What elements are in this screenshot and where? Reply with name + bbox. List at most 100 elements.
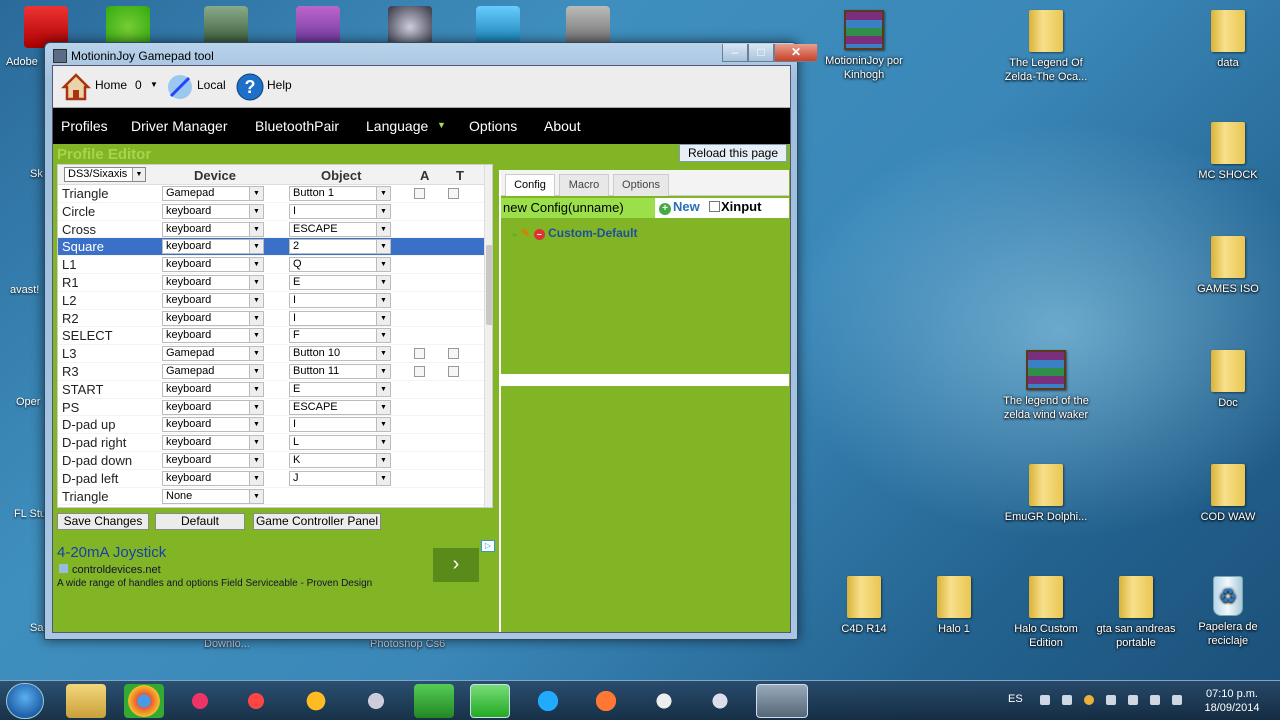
object-select[interactable]: L ▼ xyxy=(289,435,391,451)
chevron-down-icon[interactable]: ▼ xyxy=(376,204,390,218)
device-select[interactable]: keyboard ▼ xyxy=(162,417,264,433)
chevron-down-icon[interactable]: ▼ xyxy=(249,187,263,200)
ad-url[interactable]: controldevices.net xyxy=(59,564,161,576)
motioninjoy-task-icon[interactable] xyxy=(756,684,808,718)
chevron-down-icon[interactable]: ▼ xyxy=(376,471,390,485)
chevron-down-icon[interactable]: ▼ xyxy=(376,347,390,361)
camtasia-active-icon[interactable] xyxy=(470,684,510,718)
table-row[interactable]: R2 keyboard ▼ I ▼ xyxy=(58,310,484,328)
desktop-icon-halo1[interactable]: Halo 1 xyxy=(906,576,1002,636)
menu-options[interactable]: Options xyxy=(469,118,517,134)
desktop-icon-halo-ce[interactable]: Halo Custom Edition xyxy=(998,576,1094,650)
checkbox-a[interactable] xyxy=(414,365,425,377)
chevron-down-icon[interactable]: ▼ xyxy=(249,204,263,218)
checkbox-t[interactable] xyxy=(448,348,459,360)
chevron-down-icon[interactable]: ▼ xyxy=(376,364,390,378)
tab-config[interactable]: Config xyxy=(505,174,555,196)
desktop-icon-zelda-oca[interactable]: The Legend Of Zelda-The Oca... xyxy=(998,10,1094,84)
object-select[interactable]: 2 ▼ xyxy=(289,239,391,255)
pencil-icon[interactable]: ✎ xyxy=(520,226,530,240)
local-icon[interactable] xyxy=(165,72,195,102)
checkbox-t[interactable] xyxy=(448,188,459,199)
table-row[interactable]: L2 keyboard ▼ I ▼ xyxy=(58,292,484,310)
desktop-icon-doc[interactable]: Doc xyxy=(1180,350,1276,410)
chevron-down-icon[interactable]: ▼ xyxy=(249,222,263,236)
language-indicator[interactable]: ES xyxy=(1008,693,1023,705)
action-center-icon[interactable] xyxy=(1172,695,1182,705)
signal-icon[interactable] xyxy=(1150,695,1160,705)
chevron-down-icon[interactable]: ▼ xyxy=(376,436,390,450)
reload-page-button[interactable]: Reload this page xyxy=(679,144,787,162)
device-select[interactable]: keyboard ▼ xyxy=(162,221,264,237)
object-select[interactable]: ESCAPE ▼ xyxy=(289,221,391,237)
device-select[interactable]: Gamepad ▼ xyxy=(162,346,264,362)
device-select[interactable]: keyboard ▼ xyxy=(162,239,264,255)
chevron-down-icon[interactable]: ▼ xyxy=(249,489,263,503)
chevron-down-icon[interactable]: ▼ xyxy=(150,80,158,89)
adchoices-icon[interactable]: ▷ xyxy=(481,540,495,552)
chevron-down-icon[interactable]: ▼ xyxy=(249,418,263,432)
chevron-down-icon[interactable]: ▼ xyxy=(249,364,263,378)
menu-language[interactable]: Language xyxy=(366,118,428,134)
record-icon[interactable] xyxy=(236,684,276,718)
chevron-down-icon[interactable]: ▼ xyxy=(249,400,263,414)
chevron-down-icon[interactable]: ▼ xyxy=(376,222,390,236)
device-select[interactable]: keyboard ▼ xyxy=(162,452,264,468)
skype-icon[interactable] xyxy=(528,684,568,718)
desktop-label-adobe[interactable]: Adobe xyxy=(6,56,38,68)
chevron-down-icon[interactable]: ▼ xyxy=(249,258,263,272)
table-row[interactable]: D-pad down keyboard ▼ K ▼ xyxy=(58,452,484,470)
chevron-down-icon[interactable]: ▼ xyxy=(376,329,390,343)
home-label[interactable]: Home xyxy=(95,78,127,92)
xinput-checkbox[interactable]: Xinput xyxy=(709,199,761,214)
table-row[interactable]: R1 keyboard ▼ E ▼ xyxy=(58,274,484,292)
desktop-icon-motioninjoy[interactable]: MotioninJoy por Kinhogh xyxy=(816,10,912,82)
config-name-input[interactable]: new Config(unname) xyxy=(501,198,655,218)
tray-icon[interactable] xyxy=(1040,695,1050,705)
chevron-down-icon[interactable]: ▼ xyxy=(249,347,263,361)
tool-icon[interactable] xyxy=(356,684,396,718)
object-select[interactable]: I ▼ xyxy=(289,203,391,219)
object-select[interactable]: I ▼ xyxy=(289,417,391,433)
table-row[interactable]: R3 Gamepad ▼ Button 11 ▼ xyxy=(58,363,484,381)
table-row[interactable]: D-pad right keyboard ▼ L ▼ xyxy=(58,434,484,452)
desktop-label-avast[interactable]: avast! xyxy=(10,284,39,296)
home-icon[interactable] xyxy=(61,72,91,102)
minimize-button[interactable]: – xyxy=(722,44,748,62)
device-select[interactable]: None ▼ xyxy=(162,488,264,504)
device-select[interactable]: keyboard ▼ xyxy=(162,435,264,451)
object-select[interactable]: I ▼ xyxy=(289,292,391,308)
menu-about[interactable]: About xyxy=(544,118,581,134)
desktop-icon-wind-waker[interactable]: The legend of the zelda wind waker xyxy=(998,350,1094,422)
chevron-down-icon[interactable]: ▼ xyxy=(249,311,263,325)
home-index-select[interactable]: 0 xyxy=(135,78,142,92)
device-select[interactable]: Gamepad ▼ xyxy=(162,186,264,201)
table-row[interactable]: SELECT keyboard ▼ F ▼ xyxy=(58,327,484,346)
chevron-down-icon[interactable]: ▼ xyxy=(376,382,390,396)
chevron-down-icon[interactable]: ▼ xyxy=(249,382,263,396)
table-row[interactable]: PS keyboard ▼ ESCAPE ▼ xyxy=(58,399,484,417)
object-select[interactable]: J ▼ xyxy=(289,470,391,486)
chevron-down-icon[interactable]: ▼ xyxy=(376,400,390,414)
chrome-icon[interactable] xyxy=(124,684,164,718)
menu-profiles[interactable]: Profiles xyxy=(61,118,108,134)
default-button[interactable]: Default xyxy=(155,513,245,530)
chevron-down-icon[interactable]: ▼ xyxy=(249,240,263,254)
checkbox-a[interactable] xyxy=(414,188,425,199)
table-row[interactable]: D-pad up keyboard ▼ I ▼ xyxy=(58,416,484,435)
device-select[interactable]: keyboard ▼ xyxy=(162,470,264,486)
controller-type-select[interactable]: DS3/Sixaxis ▼ xyxy=(64,167,146,182)
object-select[interactable]: Q ▼ xyxy=(289,257,391,273)
desktop-icon-emugr[interactable]: EmuGR Dolphi... xyxy=(998,464,1094,524)
table-row[interactable]: L1 keyboard ▼ Q ▼ xyxy=(58,256,484,274)
device-select[interactable]: keyboard ▼ xyxy=(162,292,264,308)
chevron-down-icon[interactable]: ▼ xyxy=(249,329,263,343)
desktop-icon-data[interactable]: data xyxy=(1180,10,1276,70)
tray-icon[interactable] xyxy=(1106,695,1116,705)
help-icon[interactable]: ? xyxy=(235,72,265,102)
device-select[interactable]: keyboard ▼ xyxy=(162,203,264,219)
chevron-down-icon[interactable]: ▼ xyxy=(249,293,263,307)
table-row[interactable]: Circle keyboard ▼ I ▼ xyxy=(58,203,484,221)
chevron-down-icon[interactable]: ▼ xyxy=(249,471,263,485)
object-select[interactable]: Button 1 ▼ xyxy=(289,186,391,201)
